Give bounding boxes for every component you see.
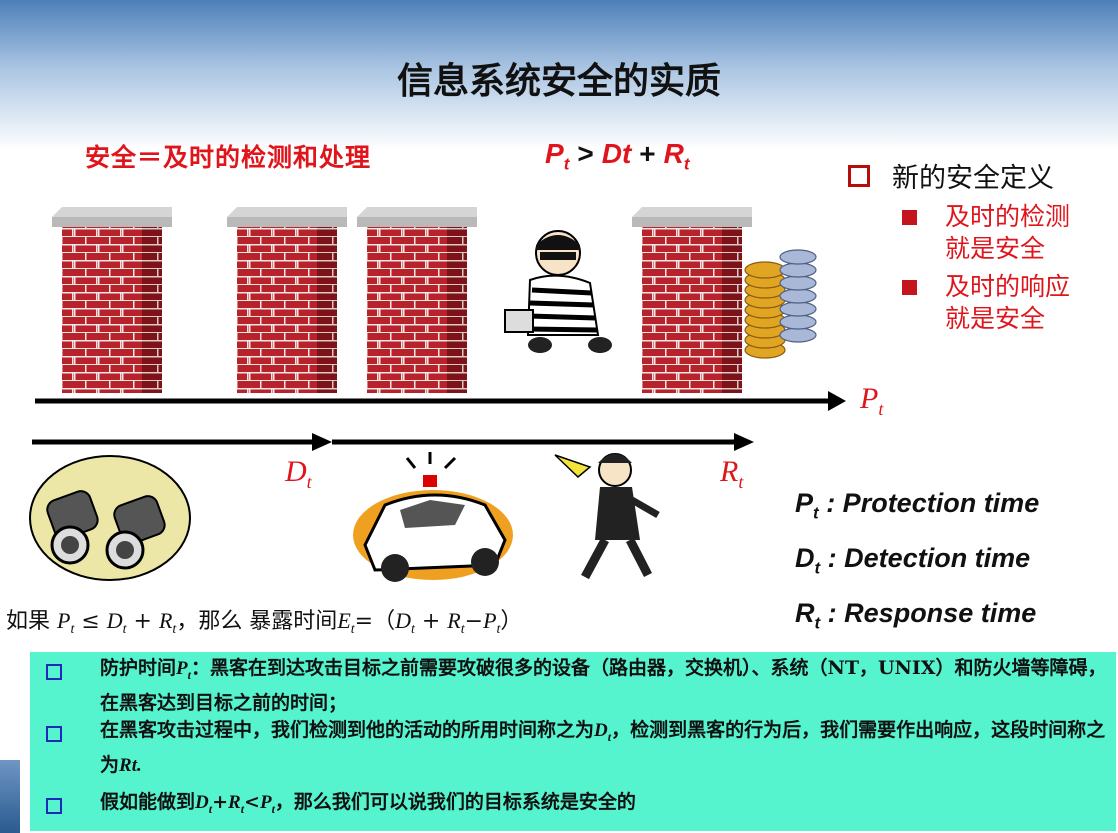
timeline-arrows xyxy=(32,391,846,451)
formula-r: Rt xyxy=(663,138,690,174)
blue-square-bullet-icon xyxy=(46,798,62,814)
explanation-box: 防护时间Pt：黑客在到达攻击目标之前需要攻破很多的设备（路由器，交换机）、系统（… xyxy=(30,652,1116,831)
policeman-icon xyxy=(554,453,660,580)
axis-label-r: Rt xyxy=(720,455,744,492)
definition-item-detection: 及时的检测 就是安全 xyxy=(902,201,1070,265)
binoculars-icon xyxy=(29,455,191,581)
definition-protection: Pt : Protection time xyxy=(795,488,1040,523)
definition-detection: Dt : Detection time xyxy=(795,543,1031,578)
blue-square-bullet-icon xyxy=(46,664,62,680)
definition-response: Rt : Response time xyxy=(795,598,1037,633)
firewall-wall-icon xyxy=(357,207,477,393)
hollow-square-bullet-icon xyxy=(848,164,870,187)
page-title: 信息系统安全的实质 xyxy=(396,61,721,102)
definition-item-response: 及时的响应 就是安全 xyxy=(902,271,1070,335)
bullet-secure-condition: 假如能做到Dt+Rt<Pt，那么我们可以说我们的目标系统是安全的 xyxy=(100,791,636,816)
axis-label-d: Dt xyxy=(285,455,312,492)
axis-label-p: Pt xyxy=(860,382,884,419)
firewall-wall-icon xyxy=(52,207,172,393)
firewall-wall-icon xyxy=(632,207,752,393)
bullet-detection-time: 在黑客攻击过程中，我们检测到他的活动的所用时间称之为Dt，检测到黑客的行为后，我… xyxy=(100,719,1106,776)
corner-decoration xyxy=(0,760,20,833)
security-slogan: 安全＝及时的检测和处理 xyxy=(85,143,372,172)
red-square-bullet-icon xyxy=(902,280,917,295)
blue-square-bullet-icon xyxy=(46,726,62,742)
firewall-wall-icon xyxy=(227,207,347,393)
new-definition-box: 新的安全定义 及时的检测 就是安全 及时的响应 就是安全 xyxy=(848,156,1070,335)
formula-p: Pt xyxy=(545,138,570,174)
red-square-bullet-icon xyxy=(902,210,917,225)
formula-gt: > xyxy=(577,138,594,169)
bullet-protection-time: 防护时间Pt：黑客在到达攻击目标之前需要攻破很多的设备（路由器，交换机）、系统（… xyxy=(100,657,1107,714)
coin-stack-icon xyxy=(744,249,817,359)
definition-heading: 新的安全定义 xyxy=(848,156,1070,195)
burglar-icon xyxy=(504,230,612,353)
exposure-time-formula: 如果 Pt ≤ Dt + Rt，那么 暴露时间Et=（Dt + Rt−Pt） xyxy=(6,608,523,638)
police-car-icon xyxy=(353,452,513,582)
security-formula: Pt > Dt + Rt xyxy=(545,138,690,175)
formula-dt: Dt xyxy=(601,138,632,169)
formula-plus: + xyxy=(639,138,656,169)
